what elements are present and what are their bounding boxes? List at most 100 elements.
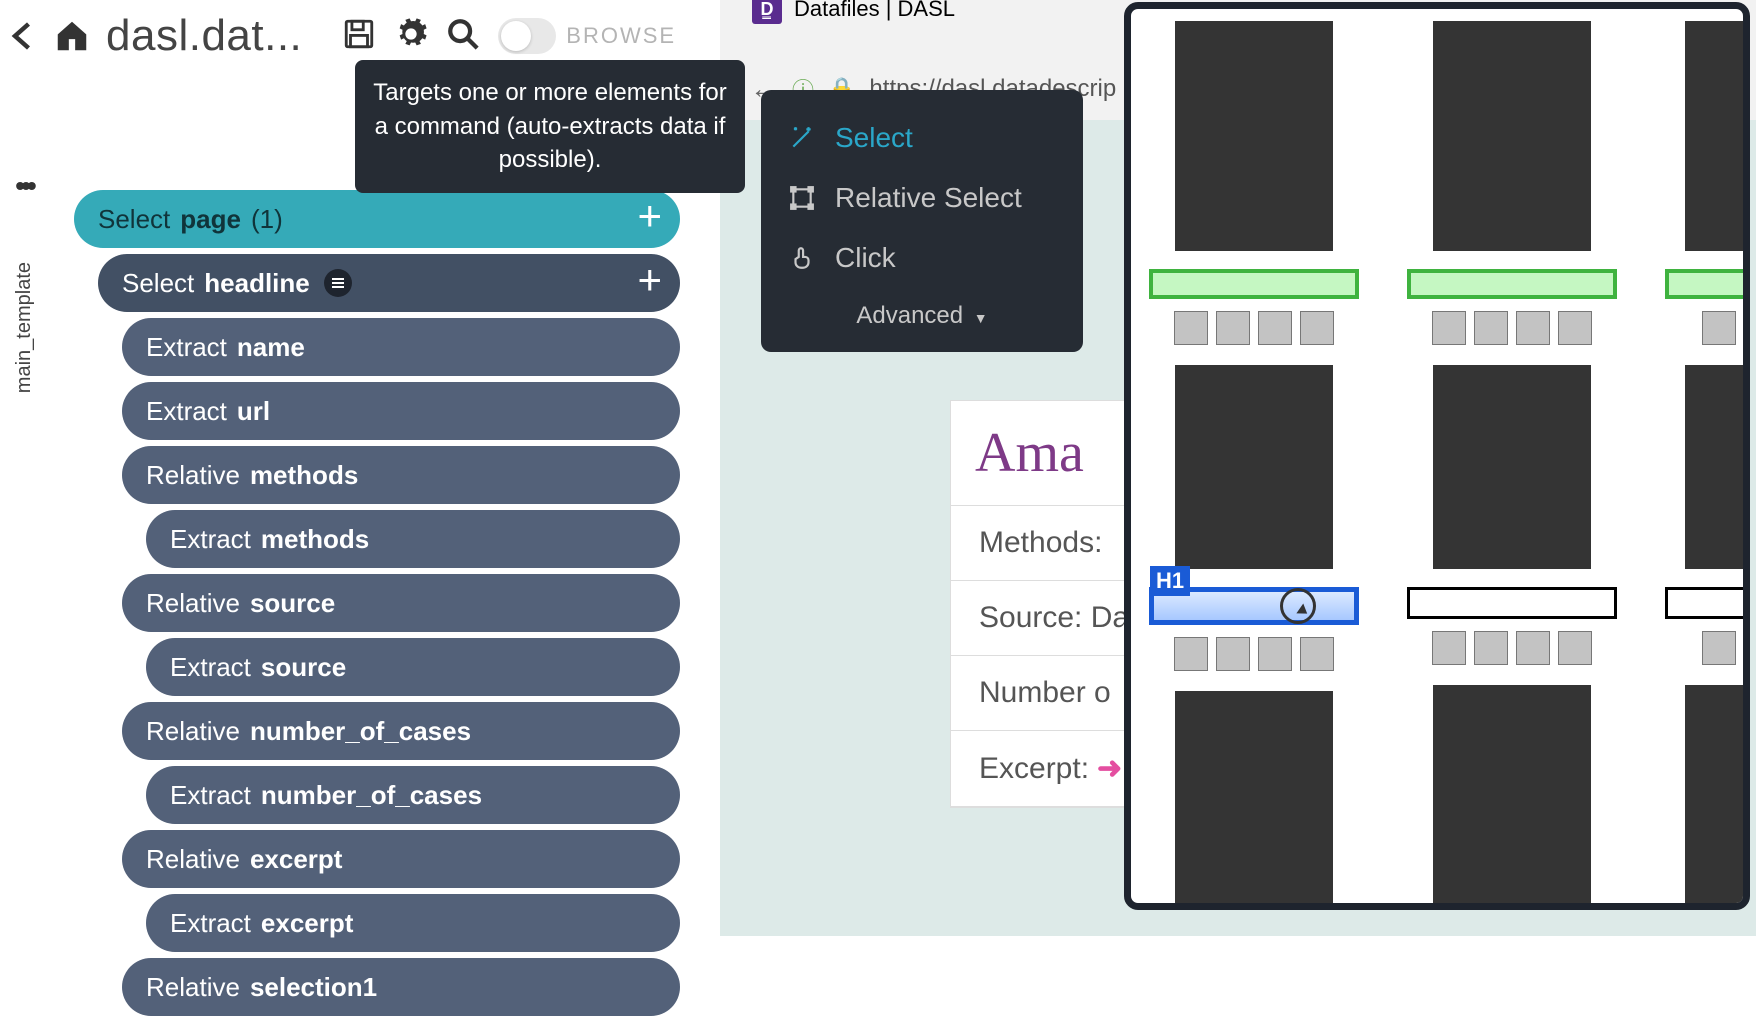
relative-node[interactable]: Relative source bbox=[122, 574, 680, 632]
mm-square[interactable] bbox=[1702, 311, 1736, 345]
drag-dots-icon[interactable]: ••• bbox=[15, 170, 32, 202]
arg-label: excerpt bbox=[250, 844, 343, 875]
cmd-label: Relative bbox=[146, 460, 240, 491]
mm-square[interactable] bbox=[1258, 311, 1292, 345]
menu-item-click[interactable]: Click bbox=[761, 228, 1083, 288]
cmd-label: Relative bbox=[146, 972, 240, 1003]
search-icon[interactable] bbox=[446, 17, 480, 56]
relative-node[interactable]: Relative excerpt bbox=[122, 830, 680, 888]
mm-block[interactable] bbox=[1685, 685, 1750, 910]
mm-block[interactable] bbox=[1433, 365, 1591, 569]
plus-icon[interactable]: + bbox=[637, 192, 662, 240]
relative-node[interactable]: Relative selection1 bbox=[122, 958, 680, 1016]
list-icon bbox=[324, 269, 352, 297]
gear-icon[interactable] bbox=[394, 17, 428, 56]
mm-square[interactable] bbox=[1216, 311, 1250, 345]
count-label: (1) bbox=[251, 204, 283, 235]
mm-empty-bar[interactable] bbox=[1665, 587, 1750, 619]
mm-green-bar[interactable] bbox=[1665, 269, 1750, 299]
mm-green-bar[interactable] bbox=[1149, 269, 1359, 299]
cursor-icon bbox=[1280, 588, 1316, 624]
project-title: dasl.dat... bbox=[106, 11, 302, 61]
browse-toggle[interactable]: BROWSE bbox=[498, 18, 676, 54]
extract-node[interactable]: Extract excerpt bbox=[146, 894, 680, 952]
mm-square[interactable] bbox=[1516, 311, 1550, 345]
arg-label: excerpt bbox=[261, 908, 354, 939]
cmd-label: Extract bbox=[146, 332, 227, 363]
mm-selected-bar[interactable]: H1 bbox=[1149, 587, 1359, 625]
plus-icon[interactable]: + bbox=[637, 256, 662, 304]
arg-label: methods bbox=[250, 460, 358, 491]
command-tree: Select page (1) + Select headline + Extr… bbox=[74, 190, 680, 1022]
back-icon[interactable] bbox=[0, 12, 48, 60]
element-tag: H1 bbox=[1150, 566, 1190, 596]
mm-squares bbox=[1432, 631, 1592, 665]
mm-column: H1 bbox=[1149, 21, 1359, 910]
mm-block[interactable] bbox=[1433, 21, 1591, 251]
mm-block[interactable] bbox=[1175, 691, 1333, 910]
arg-label: name bbox=[237, 332, 305, 363]
menu-label: Select bbox=[835, 122, 913, 154]
menu-item-advanced[interactable]: Advanced ▼ bbox=[761, 288, 1083, 334]
menu-label: Click bbox=[835, 242, 896, 274]
cmd-label: Extract bbox=[170, 652, 251, 683]
relative-node[interactable]: Relative methods bbox=[122, 446, 680, 504]
mm-square[interactable] bbox=[1258, 637, 1292, 671]
mm-empty-bar[interactable] bbox=[1407, 587, 1617, 619]
mm-column bbox=[1665, 21, 1750, 910]
relative-select-icon bbox=[787, 185, 817, 211]
cmd-label: Relative bbox=[146, 844, 240, 875]
mm-square[interactable] bbox=[1300, 311, 1334, 345]
mm-block[interactable] bbox=[1433, 685, 1591, 910]
cmd-label: Relative bbox=[146, 716, 240, 747]
cmd-label: Select bbox=[122, 268, 194, 299]
side-handle[interactable]: ••• main_template bbox=[2, 170, 46, 393]
extract-node[interactable]: Extract methods bbox=[146, 510, 680, 568]
mm-block[interactable] bbox=[1175, 365, 1333, 569]
menu-item-relative-select[interactable]: Relative Select bbox=[761, 168, 1083, 228]
mm-column bbox=[1407, 21, 1617, 910]
extract-node[interactable]: Extract name bbox=[122, 318, 680, 376]
extract-node[interactable]: Extract source bbox=[146, 638, 680, 696]
mm-square[interactable] bbox=[1174, 311, 1208, 345]
mm-square[interactable] bbox=[1744, 631, 1750, 665]
arg-label: number_of_cases bbox=[250, 716, 471, 747]
cmd-label: Select bbox=[98, 204, 170, 235]
mm-squares bbox=[1174, 311, 1334, 345]
toggle-track[interactable] bbox=[498, 18, 556, 54]
extract-node[interactable]: Extract url bbox=[122, 382, 680, 440]
template-name-label: main_template bbox=[13, 262, 36, 393]
mm-green-bar[interactable] bbox=[1407, 269, 1617, 299]
mm-square[interactable] bbox=[1174, 637, 1208, 671]
save-icon[interactable] bbox=[342, 17, 376, 56]
mm-squares bbox=[1432, 311, 1592, 345]
mm-square[interactable] bbox=[1216, 637, 1250, 671]
mm-square[interactable] bbox=[1744, 311, 1750, 345]
mm-square[interactable] bbox=[1516, 631, 1550, 665]
favicon-icon: D͇ bbox=[752, 0, 782, 24]
arg-label: number_of_cases bbox=[261, 780, 482, 811]
element-minimap[interactable]: H1 bbox=[1124, 2, 1750, 910]
mm-square[interactable] bbox=[1300, 637, 1334, 671]
mm-block[interactable] bbox=[1685, 365, 1750, 569]
mm-square[interactable] bbox=[1702, 631, 1736, 665]
menu-label: Relative Select bbox=[835, 182, 1022, 214]
home-icon[interactable] bbox=[48, 12, 96, 60]
mm-square[interactable] bbox=[1474, 311, 1508, 345]
mm-block[interactable] bbox=[1175, 21, 1333, 251]
mm-square[interactable] bbox=[1558, 631, 1592, 665]
browser-tab[interactable]: D͇ Datafiles | DASL bbox=[752, 0, 955, 24]
tab-title: Datafiles | DASL bbox=[794, 0, 955, 22]
arrow-right-icon: ➜ bbox=[1097, 751, 1122, 786]
menu-item-select[interactable]: Select bbox=[761, 108, 1083, 168]
mm-square[interactable] bbox=[1474, 631, 1508, 665]
mm-square[interactable] bbox=[1558, 311, 1592, 345]
mm-block[interactable] bbox=[1685, 21, 1750, 251]
browse-label: BROWSE bbox=[566, 23, 676, 49]
select-headline-node[interactable]: Select headline + bbox=[98, 254, 680, 312]
mm-square[interactable] bbox=[1432, 311, 1466, 345]
mm-square[interactable] bbox=[1432, 631, 1466, 665]
select-page-node[interactable]: Select page (1) + bbox=[74, 190, 680, 248]
relative-node[interactable]: Relative number_of_cases bbox=[122, 702, 680, 760]
extract-node[interactable]: Extract number_of_cases bbox=[146, 766, 680, 824]
